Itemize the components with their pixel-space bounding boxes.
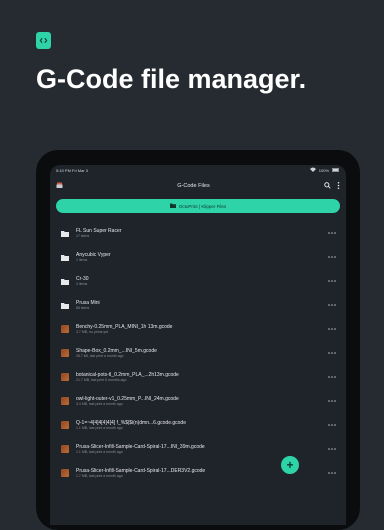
folder-outline-icon xyxy=(169,203,176,209)
more-options-icon[interactable] xyxy=(324,254,340,260)
gcode-thumbnail-icon xyxy=(60,349,70,357)
item-text: Cr-30 3 items xyxy=(76,276,318,287)
item-text: Anycubic Vyper 1 items xyxy=(76,252,318,263)
item-subtitle: 86 items xyxy=(76,305,90,310)
file-list: FL Sun Super Racer 17 items Anycubic Vyper… xyxy=(50,221,346,485)
gcode-thumbnail-icon xyxy=(60,397,70,405)
folder-icon xyxy=(60,302,70,309)
more-options-icon[interactable] xyxy=(324,398,340,404)
file-row[interactable]: Shape-Box_0.2mm_...INI_5m.gcode 26.7 kB, … xyxy=(56,341,340,365)
folder-row[interactable]: Cr-30 3 items xyxy=(56,269,340,293)
item-subtitle: 1.7 MB, last print a month ago xyxy=(76,473,123,478)
overflow-menu-icon[interactable] xyxy=(337,181,340,191)
item-text: Prusa-Slicer-Infill-Sample-Card-Spiral-1… xyxy=(76,444,318,455)
source-filter-label: OctoPrint | Klipper Files xyxy=(178,203,227,209)
item-subtitle: 1 items xyxy=(76,257,88,262)
item-text: FL Sun Super Racer 17 items xyxy=(76,228,318,239)
file-row[interactable]: Benchy-0.25mm_PLA_MINI_1h 13m.gcode 3.7 M… xyxy=(56,317,340,341)
folder-icon xyxy=(60,278,70,285)
item-text: Q-1=~4[4]4[4]4[4] f_%$|$i(n)dmn...6.gcod… xyxy=(76,420,318,431)
gcode-thumbnail-icon xyxy=(60,421,70,429)
folder-row[interactable]: Anycubic Vyper 1 items xyxy=(56,245,340,269)
gcode-thumbnail-icon xyxy=(60,325,70,333)
headline: G-Code file manager. xyxy=(36,64,307,94)
wifi-icon xyxy=(309,167,316,173)
item-text: Prusa Mini 86 items xyxy=(76,300,318,311)
item-subtitle: 3.7 MB, no prints yet xyxy=(76,329,109,334)
app-screen: 5:43 PM Fri Mar 3 100% G-Code Files Octo… xyxy=(50,165,346,525)
gcode-thumbnail-icon xyxy=(60,469,70,477)
file-row[interactable]: Prusa-Slicer-Infill-Sample-Card-Spiral-1… xyxy=(56,437,340,461)
item-subtitle: 1.1 MB, last print a month ago xyxy=(76,449,123,454)
gcode-thumbnail-icon xyxy=(60,445,70,453)
more-options-icon[interactable] xyxy=(324,446,340,452)
folder-icon xyxy=(60,254,70,261)
page-title: G-Code Files xyxy=(177,183,210,189)
folder-icon xyxy=(60,230,70,237)
status-bar: 5:43 PM Fri Mar 3 100% xyxy=(50,165,346,175)
file-row[interactable]: Q-1=~4[4]4[4]4[4] f_%$|$i(n)dmn...6.gcod… xyxy=(56,413,340,437)
item-subtitle: 21.7 MB, last print 5 months ago xyxy=(76,377,127,382)
item-subtitle: 17 items xyxy=(76,233,90,238)
search-icon[interactable] xyxy=(324,181,331,191)
file-row[interactable]: owl-light-outer-v1_0.25mm_P...INI_24m.gc… xyxy=(56,389,340,413)
more-options-icon[interactable] xyxy=(324,278,340,284)
more-options-icon[interactable] xyxy=(324,422,340,428)
more-options-icon[interactable] xyxy=(324,302,340,308)
folder-row[interactable]: Prusa Mini 86 items xyxy=(56,293,340,317)
more-options-icon[interactable] xyxy=(324,350,340,356)
folder-row[interactable]: FL Sun Super Racer 17 items xyxy=(56,221,340,245)
battery-level: 100% xyxy=(318,167,329,173)
status-date: Fri Mar 3 xyxy=(72,167,89,173)
file-row[interactable]: botanical-pots-tl_0.2mm_PLA_...2h13m.gco… xyxy=(56,365,340,389)
item-subtitle: 3 items xyxy=(76,281,88,286)
printer-icon[interactable] xyxy=(56,182,63,191)
more-options-icon[interactable] xyxy=(324,470,340,476)
more-options-icon[interactable] xyxy=(324,230,340,236)
more-options-icon[interactable] xyxy=(324,326,340,332)
source-filter-chip[interactable]: OctoPrint | Klipper Files xyxy=(56,199,340,213)
item-text: botanical-pots-tl_0.2mm_PLA_...2h13m.gco… xyxy=(76,372,318,383)
item-subtitle: 1.1 MB, last print a month ago xyxy=(76,425,123,430)
status-time: 5:43 PM xyxy=(56,167,71,173)
app-bar: G-Code Files xyxy=(50,175,346,197)
item-text: Benchy-0.25mm_PLA_MINI_1h 13m.gcode 3.7 M… xyxy=(76,324,318,335)
more-options-icon[interactable] xyxy=(324,374,340,380)
gcode-thumbnail-icon xyxy=(60,373,70,381)
item-subtitle: 3.4 MB, last print a month ago xyxy=(76,401,123,406)
item-text: owl-light-outer-v1_0.25mm_P...INI_24m.gc… xyxy=(76,396,318,407)
item-subtitle: 26.7 kB, last print a month ago xyxy=(76,353,124,358)
add-fab-button[interactable]: + xyxy=(281,456,299,474)
battery-icon xyxy=(332,167,340,173)
item-text: Shape-Box_0.2mm_...INI_5m.gcode 26.7 kB, … xyxy=(76,348,318,359)
app-logo-icon xyxy=(36,32,51,49)
